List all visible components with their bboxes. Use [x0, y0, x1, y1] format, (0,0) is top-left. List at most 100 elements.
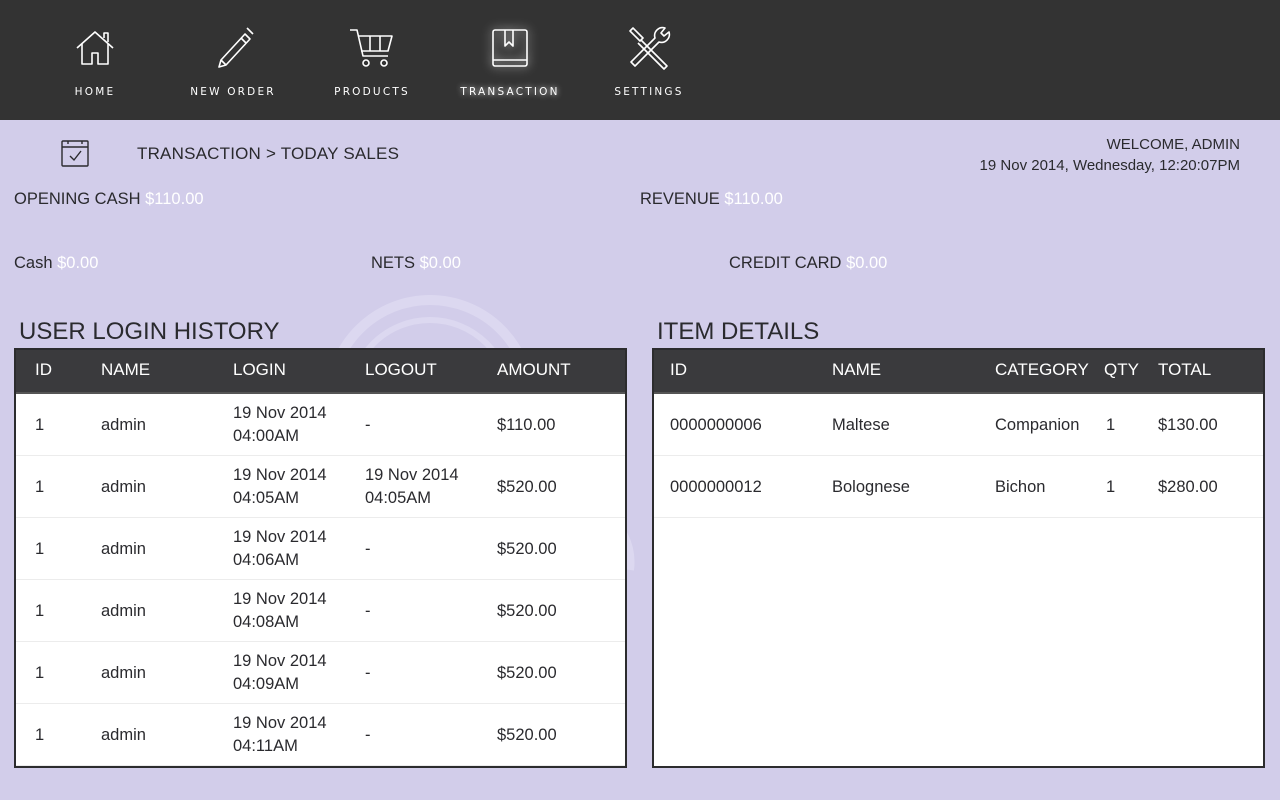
nav-home[interactable]: HOME — [25, 0, 165, 120]
cell-logout: 19 Nov 2014 04:05AM — [365, 456, 459, 518]
breadcrumb: TRANSACTION > TODAY SALES — [137, 144, 400, 163]
cell-item-qty: 1 — [1106, 415, 1116, 434]
stat-cash-value: $0.00 — [57, 254, 99, 272]
stat-revenue: REVENUE $110.00 — [640, 190, 783, 209]
cell-logout: - — [365, 394, 371, 456]
stat-opening-cash-value: $110.00 — [145, 190, 204, 208]
col-logout[interactable]: LOGOUT — [365, 350, 437, 391]
stat-opening-cash-label: OPENING CASH — [14, 190, 141, 208]
login-history-table: ID NAME LOGIN LOGOUT AMOUNT 1 admin 19 Nov… — [14, 348, 627, 768]
welcome-block: WELCOME, ADMIN 19 Nov 2014, Wednesday, 1… — [980, 134, 1240, 176]
col-login[interactable]: LOGIN — [233, 350, 286, 391]
stat-revenue-value: $110.00 — [724, 190, 783, 208]
cell-login-date: 19 Nov 2014 — [233, 652, 327, 670]
cell-logout-date: - — [365, 601, 371, 620]
cell-id: 1 — [35, 415, 45, 434]
table-row[interactable]: 0000000006 Maltese Companion 1 $130.00 — [654, 394, 1263, 456]
cell-logout: - — [365, 704, 371, 766]
col-item-category[interactable]: CATEGORY — [995, 350, 1089, 391]
cell-logout-date: - — [365, 415, 371, 434]
login-history-title: USER LOGIN HISTORY — [19, 318, 280, 345]
col-item-total[interactable]: TOTAL — [1158, 350, 1211, 391]
item-details-table: ID NAME CATEGORY QTY TOTAL 0000000006 Mal… — [652, 348, 1265, 768]
cell-login-time: 04:00AM — [233, 427, 300, 445]
nav-settings[interactable]: SETTINGS — [579, 0, 719, 120]
table-row[interactable]: 1 admin 19 Nov 2014 04:08AM - $520.00 — [16, 580, 625, 642]
cell-logout-date: - — [365, 539, 371, 558]
cell-logout-time: 04:05AM — [365, 489, 432, 507]
cell-name: admin — [101, 415, 146, 434]
cell-login-time: 04:09AM — [233, 675, 300, 693]
cell-item-total: $130.00 — [1158, 415, 1218, 434]
col-amount[interactable]: AMOUNT — [497, 350, 571, 391]
cell-logout-date: 19 Nov 2014 — [365, 466, 459, 484]
nav-products[interactable]: PRODUCTS — [302, 0, 442, 120]
login-history-header: ID NAME LOGIN LOGOUT AMOUNT — [16, 350, 625, 394]
cell-login-date: 19 Nov 2014 — [233, 590, 327, 608]
cell-amount: $110.00 — [497, 415, 556, 434]
cell-id: 1 — [35, 539, 45, 558]
cell-item-id: 0000000012 — [670, 477, 762, 496]
cell-logout-date: - — [365, 663, 371, 682]
cell-login-time: 04:05AM — [233, 489, 300, 507]
item-details-body: 0000000006 Maltese Companion 1 $130.00 000000… — [654, 394, 1263, 518]
pencil-icon — [218, 27, 254, 68]
cell-login-time: 04:11AM — [233, 737, 298, 755]
item-details-title: ITEM DETAILS — [657, 318, 820, 345]
table-row[interactable]: 0000000012 Bolognese Bichon 1 $280.00 — [654, 456, 1263, 518]
table-row[interactable]: 1 admin 19 Nov 2014 04:11AM - $520.00 — [16, 704, 625, 766]
cell-amount: $520.00 — [497, 663, 557, 682]
cell-login: 19 Nov 2014 04:00AM — [233, 394, 327, 456]
cell-logout-date: - — [365, 725, 371, 744]
table-row[interactable]: 1 admin 19 Nov 2014 04:00AM - $110.00 — [16, 394, 625, 456]
cell-login: 19 Nov 2014 04:05AM — [233, 456, 327, 518]
table-row[interactable]: 1 admin 19 Nov 2014 04:09AM - $520.00 — [16, 642, 625, 704]
col-item-name[interactable]: NAME — [832, 350, 881, 391]
home-icon — [76, 31, 114, 65]
nav-new-order[interactable]: NEW ORDER — [163, 0, 303, 120]
stat-opening-cash: OPENING CASH $110.00 — [14, 190, 204, 209]
cart-icon — [350, 29, 393, 67]
cell-item-name: Bolognese — [832, 477, 910, 496]
cell-login-date: 19 Nov 2014 — [233, 528, 327, 546]
table-row[interactable]: 1 admin 19 Nov 2014 04:05AM 19 Nov 2014 04:05… — [16, 456, 625, 518]
cell-login-date: 19 Nov 2014 — [233, 714, 327, 732]
cell-logout: - — [365, 642, 371, 704]
stat-cash-label: Cash — [14, 254, 53, 272]
cell-id: 1 — [35, 663, 45, 682]
cell-id: 1 — [35, 601, 45, 620]
stat-credit-card-value: $0.00 — [846, 254, 888, 272]
cell-logout: - — [365, 580, 371, 642]
current-datetime: 19 Nov 2014, Wednesday, 12:20:07PM — [979, 157, 1240, 174]
cell-name: admin — [101, 539, 146, 558]
cell-amount: $520.00 — [497, 477, 557, 496]
cell-amount: $520.00 — [497, 539, 557, 558]
calendar-check-icon — [61, 140, 89, 167]
cell-login-time: 04:06AM — [233, 551, 300, 569]
nav-products-label: PRODUCTS — [334, 86, 410, 98]
col-item-qty[interactable]: QTY — [1104, 350, 1139, 391]
cell-name: admin — [101, 663, 146, 682]
cell-amount: $520.00 — [497, 601, 557, 620]
cell-name: admin — [101, 477, 146, 496]
stat-credit-card: CREDIT CARD $0.00 — [729, 254, 887, 273]
cell-item-id: 0000000006 — [670, 415, 762, 434]
cell-item-qty: 1 — [1106, 477, 1116, 496]
cell-item-category: Bichon — [995, 477, 1046, 496]
welcome-text: WELCOME, ADMIN — [1106, 136, 1240, 153]
stat-cash: Cash $0.00 — [14, 254, 98, 273]
cell-login-date: 19 Nov 2014 — [233, 404, 327, 422]
stat-nets: NETS $0.00 — [371, 254, 461, 273]
col-item-id[interactable]: ID — [670, 350, 687, 391]
tools-icon — [629, 26, 671, 70]
cell-amount: $520.00 — [497, 725, 557, 744]
col-id[interactable]: ID — [35, 350, 52, 391]
col-name[interactable]: NAME — [101, 350, 150, 391]
cell-item-total: $280.00 — [1158, 477, 1218, 496]
nav-home-label: HOME — [74, 86, 116, 98]
cell-login: 19 Nov 2014 04:08AM — [233, 580, 327, 642]
table-row[interactable]: 1 admin 19 Nov 2014 04:06AM - $520.00 — [16, 518, 625, 580]
cell-login: 19 Nov 2014 04:11AM — [233, 704, 327, 766]
nav-transaction[interactable]: TRANSACTION — [440, 0, 580, 120]
stat-credit-card-label: CREDIT CARD — [729, 254, 842, 272]
